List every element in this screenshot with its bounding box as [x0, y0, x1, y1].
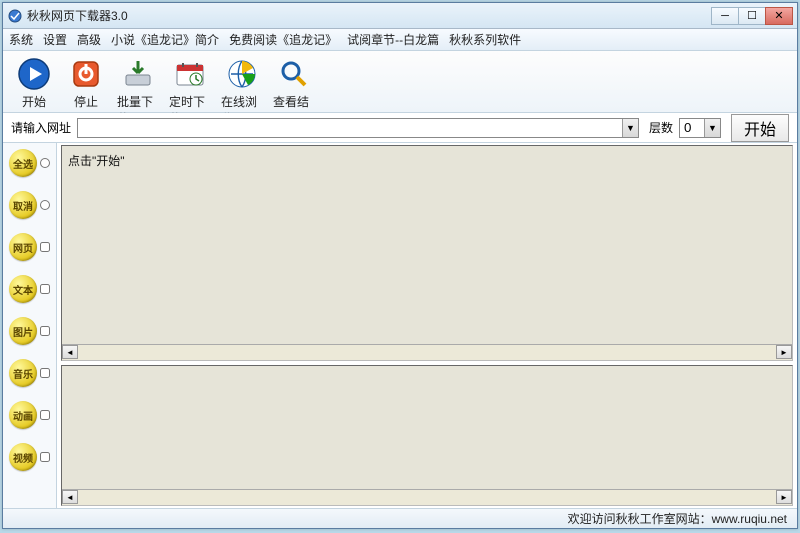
minimize-button[interactable]: ─ [711, 7, 739, 25]
web-icon: 网页 [9, 233, 37, 261]
sidebar-item-audio[interactable]: 音乐 [9, 359, 50, 387]
sidebar-item-image[interactable]: 图片 [9, 317, 50, 345]
close-button[interactable]: ✕ [765, 7, 793, 25]
sidebar-item-web[interactable]: 网页 [9, 233, 50, 261]
url-label: 请输入网址 [11, 119, 71, 136]
stop-icon [69, 57, 103, 91]
body-area: 全选 取消 网页 文本 图片 音乐 [3, 143, 797, 508]
app-window: 秋秋网页下载器3.0 ─ ☐ ✕ 系统 设置 高级 小说《追龙记》简介 免费阅读… [2, 2, 798, 529]
animation-icon: 动画 [9, 401, 37, 429]
url-dropdown-button[interactable]: ▼ [622, 119, 638, 137]
app-icon [7, 8, 23, 24]
toolbar-stop-button[interactable]: 停止 [63, 55, 109, 108]
toolbar-timed-button[interactable]: 定时下载 [167, 55, 213, 108]
select-all-radio[interactable] [40, 158, 50, 168]
toolbar-result-button[interactable]: 查看结果 [271, 55, 317, 108]
menu-ruqiu-software[interactable]: 秋秋系列软件 [449, 31, 521, 48]
browser-icon [225, 57, 259, 91]
batch-download-icon [121, 57, 155, 91]
sidebar-item-text[interactable]: 文本 [9, 275, 50, 303]
main-area: 点击"开始" ◄ ► ◄ ► [57, 143, 797, 508]
url-row: 请输入网址 ▼ 层数 ▼ 开始 [3, 113, 797, 143]
web-checkbox[interactable] [40, 242, 50, 252]
animation-checkbox[interactable] [40, 410, 50, 420]
image-icon: 图片 [9, 317, 37, 345]
toolbar-start-button[interactable]: 开始 [11, 55, 57, 108]
window-controls: ─ ☐ ✕ [711, 7, 793, 25]
menu-novel-intro[interactable]: 小说《追龙记》简介 [111, 31, 219, 48]
cancel-icon: 取消 [9, 191, 37, 219]
timed-download-icon [173, 57, 207, 91]
scroll-left-icon[interactable]: ◄ [62, 490, 78, 504]
title-bar: 秋秋网页下载器3.0 ─ ☐ ✕ [3, 3, 797, 29]
toolbar-stop-label: 停止 [74, 93, 98, 110]
text-icon: 文本 [9, 275, 37, 303]
top-pane[interactable]: 点击"开始" ◄ ► [61, 145, 793, 361]
bottom-pane-scrollbar[interactable]: ◄ ► [62, 489, 792, 505]
scroll-right-icon[interactable]: ► [776, 345, 792, 359]
play-icon [17, 57, 51, 91]
cancel-radio[interactable] [40, 200, 50, 210]
status-bar: 欢迎访问秋秋工作室网站：www.ruqiu.net [3, 508, 797, 528]
top-pane-hint: 点击"开始" [62, 146, 792, 175]
start-button[interactable]: 开始 [731, 114, 789, 142]
layer-dropdown-button[interactable]: ▼ [704, 119, 720, 137]
sidebar-item-select-all[interactable]: 全选 [9, 149, 50, 177]
select-all-icon: 全选 [9, 149, 37, 177]
toolbar-batch-button[interactable]: 批量下载 [115, 55, 161, 108]
video-checkbox[interactable] [40, 452, 50, 462]
text-checkbox[interactable] [40, 284, 50, 294]
maximize-button[interactable]: ☐ [738, 7, 766, 25]
menu-advanced[interactable]: 高级 [77, 31, 101, 48]
url-input[interactable] [77, 118, 639, 138]
video-icon: 视频 [9, 443, 37, 471]
window-title: 秋秋网页下载器3.0 [27, 7, 128, 24]
bottom-pane-content [62, 366, 792, 378]
scroll-left-icon[interactable]: ◄ [62, 345, 78, 359]
sidebar-item-cancel[interactable]: 取消 [9, 191, 50, 219]
sidebar-item-video[interactable]: 视频 [9, 443, 50, 471]
bottom-pane[interactable]: ◄ ► [61, 365, 793, 506]
sidebar: 全选 取消 网页 文本 图片 音乐 [3, 143, 57, 508]
menu-system[interactable]: 系统 [9, 31, 33, 48]
toolbar-start-label: 开始 [22, 93, 46, 110]
sidebar-item-animation[interactable]: 动画 [9, 401, 50, 429]
audio-icon: 音乐 [9, 359, 37, 387]
toolbar: 开始 停止 批量下载 定时下载 在线浏览 [3, 51, 797, 113]
layer-label: 层数 [649, 119, 673, 136]
menu-bar: 系统 设置 高级 小说《追龙记》简介 免费阅读《追龙记》 试阅章节--白龙篇 秋… [3, 29, 797, 51]
top-pane-scrollbar[interactable]: ◄ ► [62, 344, 792, 360]
audio-checkbox[interactable] [40, 368, 50, 378]
menu-novel-chapter[interactable]: 试阅章节--白龙篇 [347, 31, 439, 48]
scroll-right-icon[interactable]: ► [776, 490, 792, 504]
image-checkbox[interactable] [40, 326, 50, 336]
search-result-icon [277, 57, 311, 91]
toolbar-browse-button[interactable]: 在线浏览 [219, 55, 265, 108]
menu-novel-read[interactable]: 免费阅读《追龙记》 [229, 31, 337, 48]
status-text: 欢迎访问秋秋工作室网站：www.ruqiu.net [568, 510, 787, 527]
menu-settings[interactable]: 设置 [43, 31, 67, 48]
